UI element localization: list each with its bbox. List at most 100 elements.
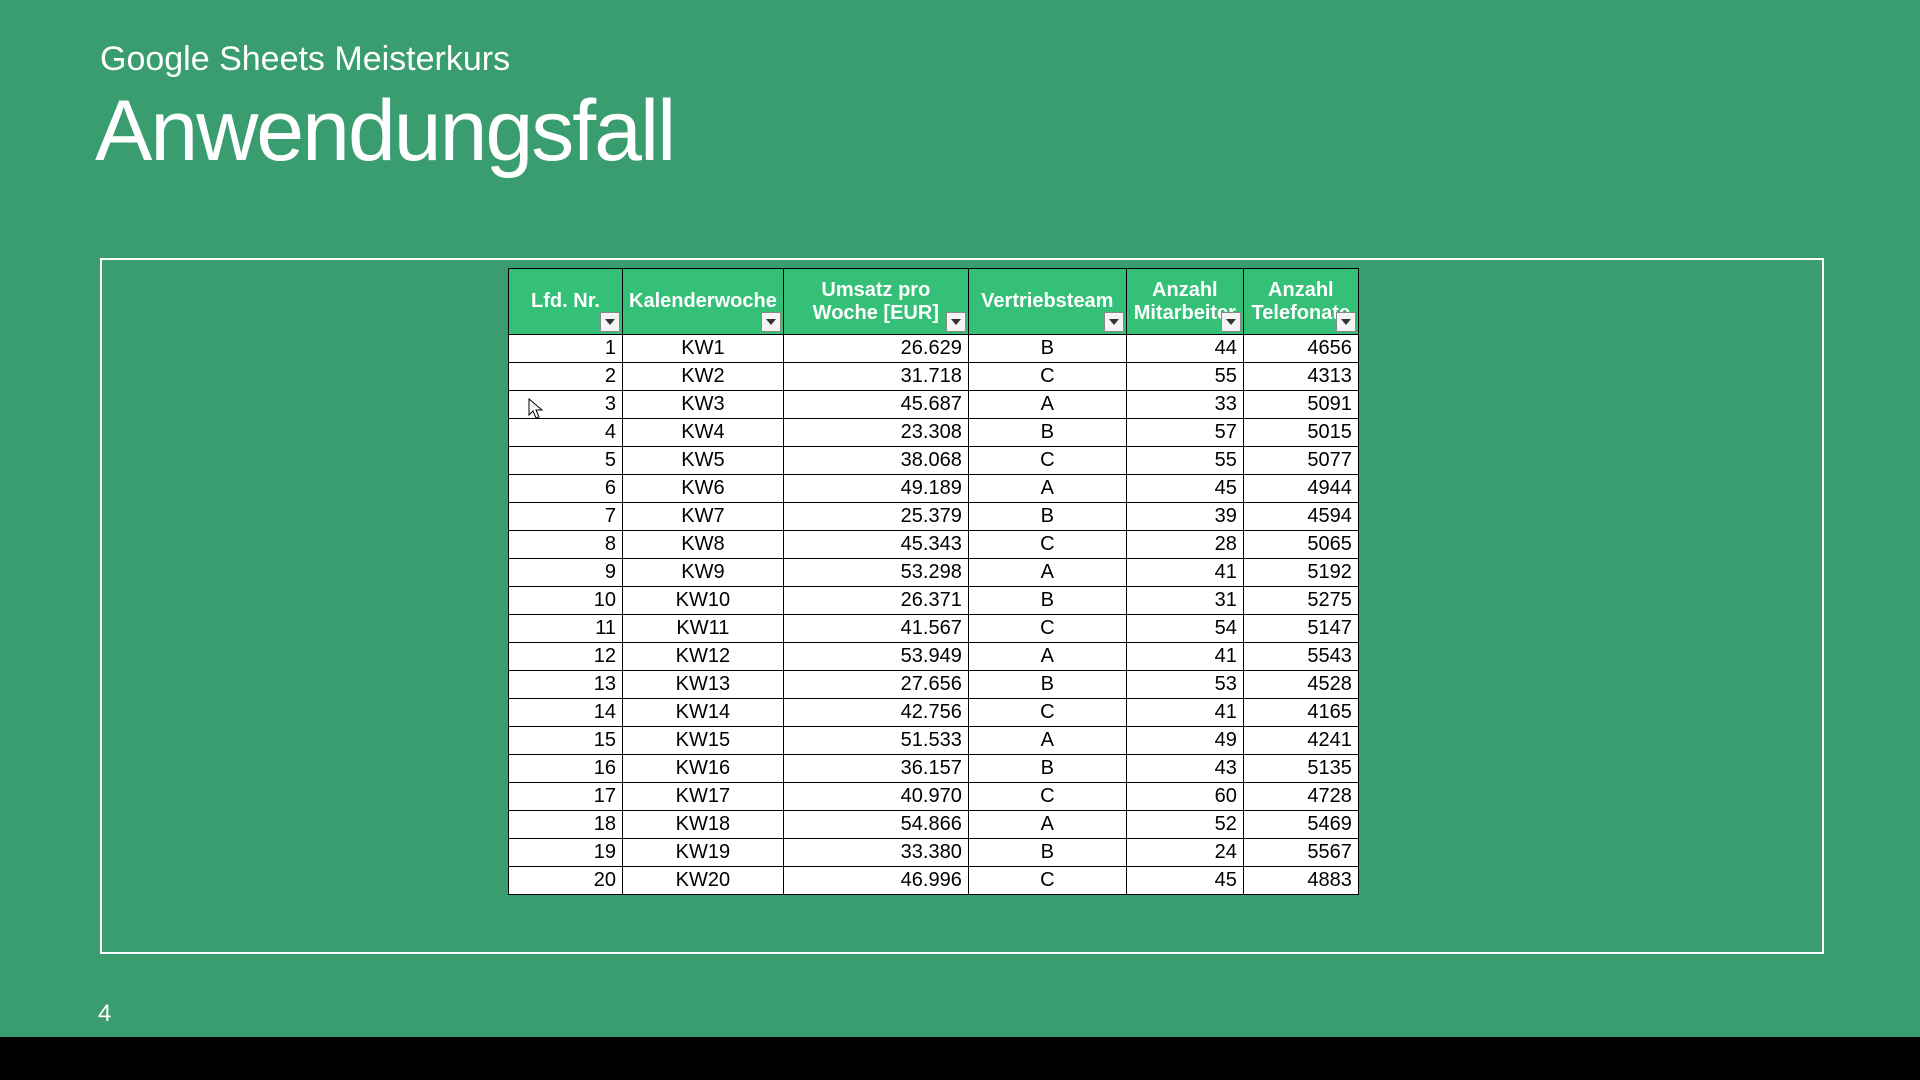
cell-team: C <box>968 615 1126 643</box>
table-row: 12KW1253.949A415543 <box>509 643 1359 671</box>
cell-telefonate: 5469 <box>1243 811 1358 839</box>
cell-telefonate: 5567 <box>1243 839 1358 867</box>
cell-umsatz: 54.866 <box>783 811 968 839</box>
cell-lfdnr: 7 <box>509 503 623 531</box>
col-header-label: Lfd. Nr. <box>531 290 600 312</box>
letterbox-bar <box>0 1037 1920 1080</box>
cell-lfdnr: 1 <box>509 335 623 363</box>
cell-telefonate: 4883 <box>1243 867 1358 895</box>
table-row: 17KW1740.970C604728 <box>509 783 1359 811</box>
col-header-kalenderwoche: Kalenderwoche <box>623 269 784 335</box>
cell-umsatz: 42.756 <box>783 699 968 727</box>
cell-team: C <box>968 531 1126 559</box>
cell-kw: KW1 <box>623 335 784 363</box>
filter-dropdown-icon[interactable] <box>946 312 966 332</box>
cell-mitarbeiter: 39 <box>1126 503 1243 531</box>
cell-umsatz: 31.718 <box>783 363 968 391</box>
cell-umsatz: 36.157 <box>783 755 968 783</box>
cell-mitarbeiter: 52 <box>1126 811 1243 839</box>
cell-kw: KW4 <box>623 419 784 447</box>
data-table-wrap: Lfd. Nr. Kalenderwoche Umsatz pro Woche … <box>508 268 1359 895</box>
col-header-umsatz: Umsatz pro Woche [EUR] <box>783 269 968 335</box>
filter-dropdown-icon[interactable] <box>761 312 781 332</box>
filter-dropdown-icon[interactable] <box>600 312 620 332</box>
cell-team: C <box>968 363 1126 391</box>
cell-telefonate: 5543 <box>1243 643 1358 671</box>
cell-team: A <box>968 811 1126 839</box>
cell-team: C <box>968 699 1126 727</box>
cell-mitarbeiter: 45 <box>1126 475 1243 503</box>
data-table: Lfd. Nr. Kalenderwoche Umsatz pro Woche … <box>508 268 1359 895</box>
cell-lfdnr: 9 <box>509 559 623 587</box>
cell-mitarbeiter: 41 <box>1126 699 1243 727</box>
cell-telefonate: 4944 <box>1243 475 1358 503</box>
cell-lfdnr: 8 <box>509 531 623 559</box>
cell-telefonate: 4313 <box>1243 363 1358 391</box>
cell-lfdnr: 20 <box>509 867 623 895</box>
table-row: 7KW725.379B394594 <box>509 503 1359 531</box>
cell-kw: KW14 <box>623 699 784 727</box>
cell-mitarbeiter: 55 <box>1126 363 1243 391</box>
cell-lfdnr: 10 <box>509 587 623 615</box>
cell-mitarbeiter: 53 <box>1126 671 1243 699</box>
cell-umsatz: 33.380 <box>783 839 968 867</box>
cell-mitarbeiter: 57 <box>1126 419 1243 447</box>
cell-lfdnr: 17 <box>509 783 623 811</box>
table-row: 9KW953.298A415192 <box>509 559 1359 587</box>
cell-team: A <box>968 391 1126 419</box>
cell-umsatz: 23.308 <box>783 419 968 447</box>
cell-telefonate: 5065 <box>1243 531 1358 559</box>
cell-telefonate: 5192 <box>1243 559 1358 587</box>
cell-lfdnr: 4 <box>509 419 623 447</box>
table-row: 3KW345.687A335091 <box>509 391 1359 419</box>
col-header-mitarbeiter: Anzahl Mitarbeiter <box>1126 269 1243 335</box>
cell-telefonate: 4728 <box>1243 783 1358 811</box>
table-row: 13KW1327.656B534528 <box>509 671 1359 699</box>
cell-mitarbeiter: 43 <box>1126 755 1243 783</box>
col-header-label: Umsatz pro Woche [EUR] <box>813 279 939 324</box>
col-header-telefonate: Anzahl Telefonate <box>1243 269 1358 335</box>
cell-telefonate: 5135 <box>1243 755 1358 783</box>
cell-telefonate: 5091 <box>1243 391 1358 419</box>
cell-lfdnr: 16 <box>509 755 623 783</box>
col-header-vertriebsteam: Vertriebsteam <box>968 269 1126 335</box>
cell-team: B <box>968 587 1126 615</box>
cell-lfdnr: 14 <box>509 699 623 727</box>
cell-lfdnr: 5 <box>509 447 623 475</box>
cell-umsatz: 45.343 <box>783 531 968 559</box>
filter-dropdown-icon[interactable] <box>1221 312 1241 332</box>
cell-umsatz: 40.970 <box>783 783 968 811</box>
cell-umsatz: 26.629 <box>783 335 968 363</box>
cell-team: A <box>968 643 1126 671</box>
cell-telefonate: 4528 <box>1243 671 1358 699</box>
cell-mitarbeiter: 60 <box>1126 783 1243 811</box>
col-header-label: Vertriebsteam <box>981 290 1113 312</box>
cell-kw: KW7 <box>623 503 784 531</box>
cell-telefonate: 5077 <box>1243 447 1358 475</box>
slide-title: Anwendungsfall <box>95 82 674 181</box>
cell-team: C <box>968 783 1126 811</box>
cell-telefonate: 5275 <box>1243 587 1358 615</box>
cell-lfdnr: 13 <box>509 671 623 699</box>
cell-kw: KW18 <box>623 811 784 839</box>
cell-umsatz: 46.996 <box>783 867 968 895</box>
filter-dropdown-icon[interactable] <box>1104 312 1124 332</box>
cell-kw: KW13 <box>623 671 784 699</box>
cell-telefonate: 4165 <box>1243 699 1358 727</box>
cell-team: B <box>968 671 1126 699</box>
table-row: 4KW423.308B575015 <box>509 419 1359 447</box>
cell-mitarbeiter: 49 <box>1126 727 1243 755</box>
cell-team: C <box>968 447 1126 475</box>
table-row: 14KW1442.756C414165 <box>509 699 1359 727</box>
cell-lfdnr: 15 <box>509 727 623 755</box>
cell-telefonate: 4594 <box>1243 503 1358 531</box>
cell-kw: KW3 <box>623 391 784 419</box>
cell-lfdnr: 11 <box>509 615 623 643</box>
cell-lfdnr: 6 <box>509 475 623 503</box>
cell-umsatz: 53.298 <box>783 559 968 587</box>
cell-team: B <box>968 419 1126 447</box>
cell-mitarbeiter: 33 <box>1126 391 1243 419</box>
filter-dropdown-icon[interactable] <box>1336 312 1356 332</box>
table-row: 16KW1636.157B435135 <box>509 755 1359 783</box>
cell-mitarbeiter: 28 <box>1126 531 1243 559</box>
